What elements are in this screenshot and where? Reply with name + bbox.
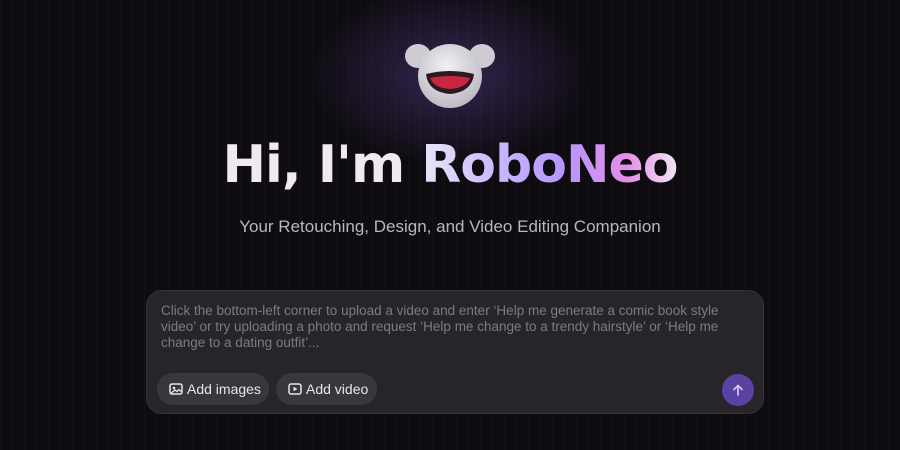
add-video-button[interactable]: Add video [276, 373, 377, 405]
brand-name: RoboNeo [421, 135, 678, 195]
image-icon [169, 382, 183, 396]
arrow-up-icon [731, 383, 745, 397]
add-video-label: Add video [306, 381, 369, 397]
prompt-input[interactable] [161, 303, 753, 357]
add-images-button[interactable]: Add images [157, 373, 269, 405]
greeting-text: Hi, I'm [222, 135, 422, 195]
send-button[interactable] [722, 374, 754, 406]
page-subtitle: Your Retouching, Design, and Video Editi… [239, 217, 661, 236]
robo-mascot-icon [400, 34, 500, 110]
page: Hi, I'm RoboNeo Your Retouching, Design,… [0, 0, 900, 450]
prompt-composer: Add images Add video [146, 290, 764, 414]
add-images-label: Add images [187, 381, 261, 397]
page-title: Hi, I'm RoboNeo [0, 135, 900, 195]
video-play-icon [288, 382, 302, 396]
